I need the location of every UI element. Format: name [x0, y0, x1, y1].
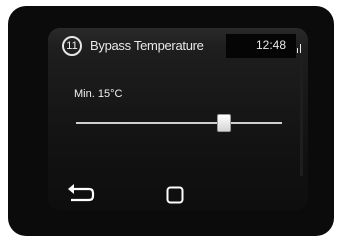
signal-icon	[297, 41, 303, 53]
touch-screen: 11 Bypass Temperature 12:48 Min. 15°C	[48, 28, 308, 210]
slider-track	[76, 122, 282, 124]
page-title: Bypass Temperature	[90, 38, 204, 53]
home-button[interactable]	[166, 186, 184, 204]
slider-thumb[interactable]	[217, 114, 231, 132]
temperature-slider[interactable]	[76, 112, 282, 134]
title-bar: 11 Bypass Temperature 12:48	[48, 28, 308, 62]
min-temperature-label: Min. 15°C	[74, 88, 123, 100]
square-home-icon	[166, 186, 184, 204]
scrollbar[interactable]	[300, 58, 303, 176]
menu-number-badge: 11	[62, 36, 82, 56]
back-button[interactable]	[64, 182, 98, 206]
back-arrow-icon	[68, 184, 95, 202]
clock-time: 12:48	[256, 38, 287, 52]
